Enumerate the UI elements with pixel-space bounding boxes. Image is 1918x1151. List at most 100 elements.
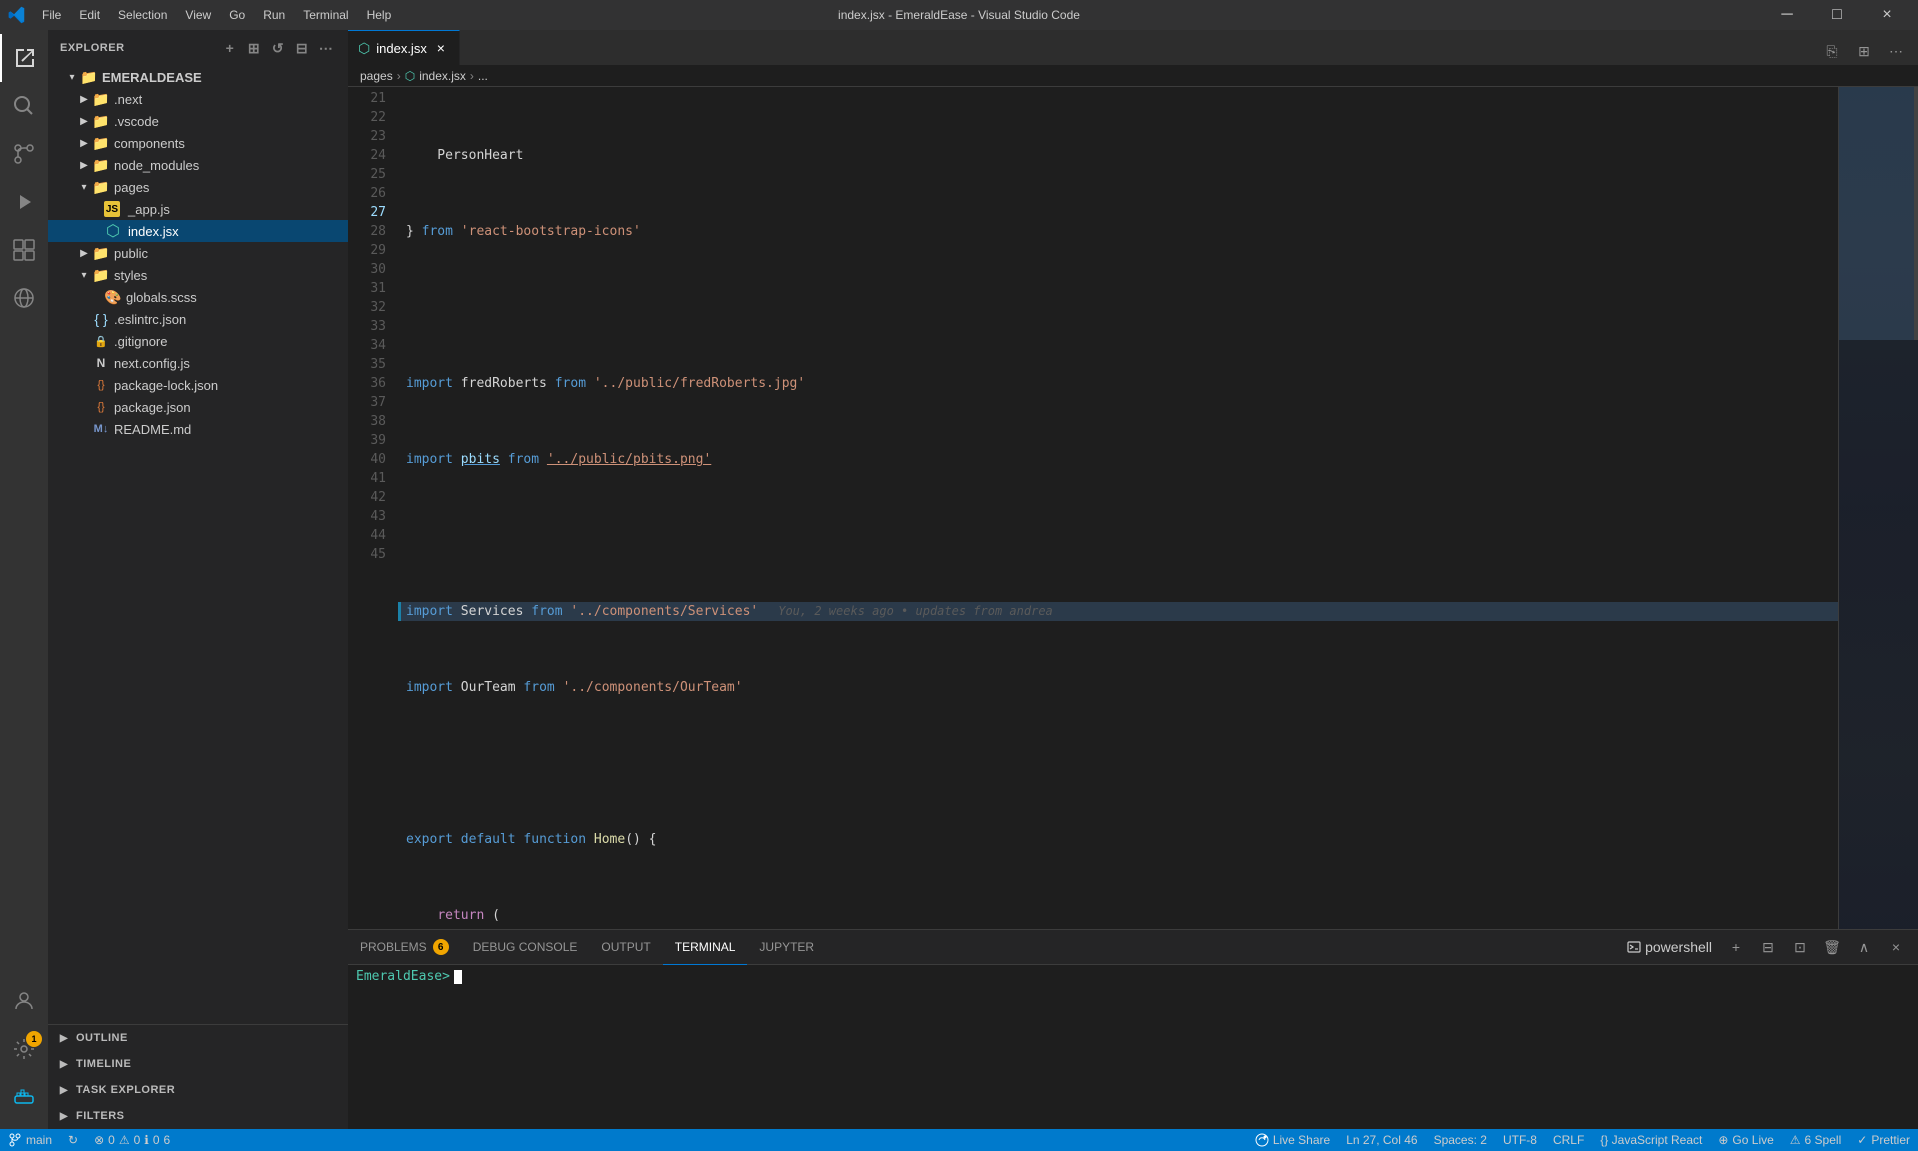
breadcrumb-pages[interactable]: pages bbox=[360, 69, 393, 83]
refresh-button[interactable]: ↺ bbox=[268, 38, 288, 58]
sidebar-item-next[interactable]: ▶ 📁 .next bbox=[48, 88, 348, 110]
tab-problems[interactable]: PROBLEMS 6 bbox=[348, 930, 461, 965]
sidebar-item-public[interactable]: ▶ 📁 public bbox=[48, 242, 348, 264]
terminal-add-button[interactable]: + bbox=[1722, 933, 1750, 961]
terminal-split-button[interactable]: ⊟ bbox=[1754, 933, 1782, 961]
sidebar-item-vscode[interactable]: ▶ 📁 .vscode bbox=[48, 110, 348, 132]
sidebar-item-index-jsx[interactable]: ▶ ⬡ index.jsx bbox=[48, 220, 348, 242]
account-activity-icon[interactable] bbox=[0, 977, 48, 1025]
new-folder-button[interactable]: ⊞ bbox=[244, 38, 264, 58]
spell-check-status[interactable]: ⚠ 6 Spell bbox=[1782, 1129, 1849, 1151]
minimap-scrollbar[interactable] bbox=[1914, 87, 1918, 340]
code-line-26 bbox=[398, 526, 1838, 545]
code-editor[interactable]: 2122232425 2627282930 3132333435 3637383… bbox=[348, 87, 1838, 929]
menu-go[interactable]: Go bbox=[221, 6, 253, 24]
sidebar-item-gitignore[interactable]: ▶ 🔒 .gitignore bbox=[48, 330, 348, 352]
sidebar-item-components[interactable]: ▶ 📁 components bbox=[48, 132, 348, 154]
encoding-status[interactable]: UTF-8 bbox=[1495, 1129, 1545, 1151]
close-button[interactable]: × bbox=[1864, 0, 1910, 30]
run-debug-activity-icon[interactable] bbox=[0, 178, 48, 226]
menu-selection[interactable]: Selection bbox=[110, 6, 175, 24]
node-modules-folder-icon: 📁 bbox=[92, 156, 110, 174]
sidebar-item-node-modules[interactable]: ▶ 📁 node_modules bbox=[48, 154, 348, 176]
cursor-position-status[interactable]: Ln 27, Col 46 bbox=[1338, 1129, 1425, 1151]
breadcrumb-ellipsis[interactable]: ... bbox=[478, 69, 488, 83]
terminal-kill-button[interactable]: 🗑 bbox=[1818, 933, 1846, 961]
search-activity-icon[interactable] bbox=[0, 82, 48, 130]
menu-file[interactable]: File bbox=[34, 6, 69, 24]
filters-panel-header[interactable]: ▶ FILTERS bbox=[48, 1103, 348, 1129]
more-actions-btn[interactable]: ⋯ bbox=[1882, 37, 1910, 65]
terminal-shell-label: powershell bbox=[1621, 933, 1718, 961]
maximize-button[interactable]: □ bbox=[1814, 0, 1860, 30]
menu-run[interactable]: Run bbox=[255, 6, 293, 24]
output-label: OUTPUT bbox=[601, 940, 650, 954]
app-js-label: _app.js bbox=[128, 202, 170, 217]
next-label: .next bbox=[114, 92, 142, 107]
extensions-activity-icon[interactable] bbox=[0, 226, 48, 274]
menu-view[interactable]: View bbox=[177, 6, 219, 24]
tab-close-button[interactable]: × bbox=[433, 40, 449, 56]
sidebar-item-package-lock[interactable]: ▶ {} package-lock.json bbox=[48, 374, 348, 396]
toggle-panel-button[interactable]: ⊞ bbox=[1850, 37, 1878, 65]
code-line-23 bbox=[398, 298, 1838, 317]
sidebar-item-globals-scss[interactable]: ▶ 🎨 globals.scss bbox=[48, 286, 348, 308]
collapse-all-button[interactable]: ⊟ bbox=[292, 38, 312, 58]
menu-help[interactable]: Help bbox=[359, 6, 400, 24]
docker-activity-icon[interactable] bbox=[0, 1073, 48, 1121]
root-folder[interactable]: ▾ 📁 EMERALDEASE bbox=[48, 66, 348, 88]
split-editor-button[interactable]: ⎘ bbox=[1818, 37, 1846, 65]
menu-terminal[interactable]: Terminal bbox=[295, 6, 356, 24]
sidebar-item-pages[interactable]: ▾ 📁 pages bbox=[48, 176, 348, 198]
terminal-close-button[interactable]: × bbox=[1882, 933, 1910, 961]
live-share-status[interactable]: Live Share bbox=[1247, 1129, 1338, 1151]
eslint-icon: { } bbox=[92, 310, 110, 328]
index-jsx-label: index.jsx bbox=[128, 224, 179, 239]
tab-jupyter[interactable]: JUPYTER bbox=[747, 930, 826, 965]
prettier-status[interactable]: ✓ Prettier bbox=[1849, 1129, 1918, 1151]
source-control-activity-icon[interactable] bbox=[0, 130, 48, 178]
more-actions-button[interactable]: ⋯ bbox=[316, 38, 336, 58]
package-json-icon: {} bbox=[92, 398, 110, 416]
menu-edit[interactable]: Edit bbox=[71, 6, 108, 24]
remote-explorer-activity-icon[interactable] bbox=[0, 274, 48, 322]
terminal-maximize-button[interactable]: ⊡ bbox=[1786, 933, 1814, 961]
settings-activity-icon[interactable]: 1 bbox=[0, 1025, 48, 1073]
tab-output[interactable]: OUTPUT bbox=[589, 930, 662, 965]
go-live-status[interactable]: ⊕ Go Live bbox=[1710, 1129, 1781, 1151]
sidebar-item-readme[interactable]: ▶ M↓ README.md bbox=[48, 418, 348, 440]
code-line-24: import fredRoberts from '../public/fredR… bbox=[398, 374, 1838, 393]
sidebar-item-eslint[interactable]: ▶ { } .eslintrc.json bbox=[48, 308, 348, 330]
language-mode-status[interactable]: {} JavaScript React bbox=[1592, 1129, 1710, 1151]
tab-index-jsx[interactable]: ⬡ index.jsx × bbox=[348, 30, 460, 65]
new-file-button[interactable]: + bbox=[220, 38, 240, 58]
status-bar: main ↻ ⊗ 0 ⚠ 0 ℹ 0 6 Live Share Ln 27, C… bbox=[0, 1129, 1918, 1151]
styles-arrow: ▾ bbox=[76, 267, 92, 283]
breadcrumb-file[interactable]: index.jsx bbox=[419, 69, 466, 83]
outline-panel-header[interactable]: ▶ OUTLINE bbox=[48, 1025, 348, 1051]
timeline-panel-header[interactable]: ▶ TIMELINE bbox=[48, 1051, 348, 1077]
sync-status[interactable]: ↻ bbox=[60, 1129, 86, 1151]
terminal-chevron-up[interactable]: ∧ bbox=[1850, 933, 1878, 961]
sidebar-item-package-json[interactable]: ▶ {} package.json bbox=[48, 396, 348, 418]
public-arrow: ▶ bbox=[76, 245, 92, 261]
sidebar-item-next-config[interactable]: ▶ N next.config.js bbox=[48, 352, 348, 374]
problems-status[interactable]: ⊗ 0 ⚠ 0 ℹ 0 6 bbox=[86, 1129, 178, 1151]
sidebar-item-styles[interactable]: ▾ 📁 styles bbox=[48, 264, 348, 286]
sidebar-item-app-js[interactable]: ▶ JS _app.js bbox=[48, 198, 348, 220]
tab-debug-console[interactable]: DEBUG CONSOLE bbox=[461, 930, 590, 965]
explorer-activity-icon[interactable] bbox=[0, 34, 48, 82]
terminal-content[interactable]: EmeraldEase> bbox=[348, 965, 1918, 1129]
line-ending-status[interactable]: CRLF bbox=[1545, 1129, 1592, 1151]
task-explorer-panel-header[interactable]: ▶ TASK EXPLORER bbox=[48, 1077, 348, 1103]
tab-terminal[interactable]: TERMINAL bbox=[663, 930, 748, 965]
code-content[interactable]: PersonHeart } from 'react-bootstrap-icon… bbox=[398, 87, 1838, 929]
package-lock-label: package-lock.json bbox=[114, 378, 218, 393]
sync-icon: ↻ bbox=[68, 1133, 78, 1147]
minimize-button[interactable]: ─ bbox=[1764, 0, 1810, 30]
terminal-label: TERMINAL bbox=[675, 940, 736, 954]
filters-arrow: ▶ bbox=[56, 1108, 72, 1124]
code-line-28: import OurTeam from '../components/OurTe… bbox=[398, 678, 1838, 697]
indentation-status[interactable]: Spaces: 2 bbox=[1426, 1129, 1495, 1151]
git-branch-status[interactable]: main bbox=[0, 1129, 60, 1151]
